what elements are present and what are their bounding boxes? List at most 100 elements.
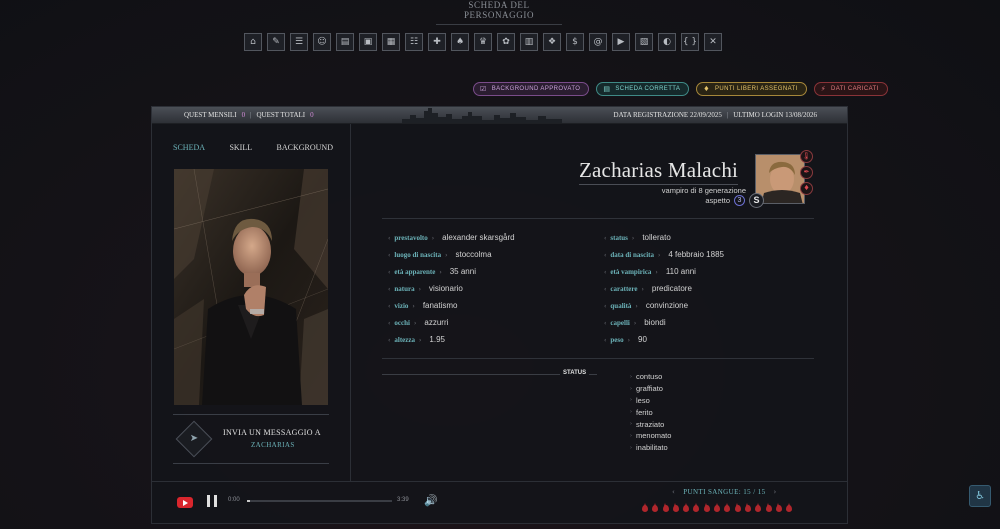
toolbar-icon-20[interactable]: ✕ bbox=[704, 33, 722, 51]
blood-drops bbox=[642, 503, 793, 512]
toolbar-icon-16[interactable]: ▶ bbox=[612, 33, 630, 51]
chevron-right-icon: › bbox=[445, 252, 448, 259]
attribute-left: ‹ età apparente › 35 anni bbox=[384, 267, 476, 276]
send-message-button[interactable]: ➤ INVIA UN MESSAGGIO A ZACHARIAS bbox=[173, 414, 329, 464]
toolbar-icon-4[interactable]: ▤ bbox=[336, 33, 354, 51]
blood-points: ‹ PUNTI SANGUE: 15 / 15 › bbox=[672, 488, 777, 496]
quest-totali-value: 0 bbox=[310, 111, 314, 119]
blood-drop-icon bbox=[714, 503, 721, 512]
toolbar-icon-13[interactable]: ❖ bbox=[543, 33, 561, 51]
attribute-row: ‹ occhi › azzurri ‹ capelli › biondi bbox=[384, 318, 816, 335]
chevron-right-icon: › bbox=[413, 320, 417, 327]
blood-drop-icon bbox=[683, 503, 690, 512]
chevron-right-icon: › bbox=[633, 320, 637, 327]
badge-icon: ⚡ bbox=[820, 85, 827, 93]
toolbar-icon-17[interactable]: ▧ bbox=[635, 33, 653, 51]
volume-icon[interactable]: 🔊 bbox=[424, 494, 438, 507]
attribute-left: ‹ luogo di nascita › stoccolma bbox=[384, 250, 492, 259]
vitals-icons: 🌡 ✒ ♦ bbox=[800, 150, 813, 195]
attribute-label: natura bbox=[394, 285, 415, 293]
registration-date: DATA REGISTRAZIONE 22/09/2025 bbox=[613, 111, 722, 119]
chevron-right-icon: › bbox=[419, 337, 422, 344]
character-name: Zacharias Malachi bbox=[579, 158, 739, 185]
status-label: leso bbox=[636, 395, 650, 405]
character-sheet: QUEST MENSILI 0 | QUEST TOTALI 0 DATA RE… bbox=[151, 106, 848, 524]
chevron-right-icon: › bbox=[773, 488, 777, 496]
toolbar: ⌂ ✎ ☰ ☺ ▤ ▣ ▦ ☷ ✚ ♠ ♛ ✿ ▥ ❖ $ @ ▶ ▧ ◐ { } ✕ bbox=[244, 33, 722, 51]
footer: 0:00 3:39 🔊 ‹ PUNTI SANGUE: 15 / 15 › bbox=[152, 481, 847, 524]
progress-bar[interactable] bbox=[247, 500, 392, 502]
status-item: › contuso bbox=[630, 371, 671, 383]
toolbar-icon-0[interactable]: ⌂ bbox=[244, 33, 262, 51]
toolbar-icon-12[interactable]: ▥ bbox=[520, 33, 538, 51]
badge-icon: ☑ bbox=[480, 85, 487, 93]
blood-drop-icon bbox=[775, 503, 782, 512]
thermometer-icon[interactable]: 🌡 bbox=[800, 150, 813, 163]
attribute-value: 4 febbraio 1885 bbox=[668, 250, 724, 259]
tab-skill[interactable]: SKILL bbox=[229, 143, 252, 152]
chevron-left-icon: ‹ bbox=[388, 286, 391, 293]
attribute-label: vizio bbox=[394, 302, 409, 310]
tab-scheda[interactable]: SCHEDA bbox=[173, 143, 205, 152]
separator: | bbox=[726, 111, 729, 119]
chevron-left-icon: ‹ bbox=[388, 235, 391, 242]
blood-drop-icon[interactable]: ♦ bbox=[800, 182, 813, 195]
tab-background[interactable]: BACKGROUND bbox=[277, 143, 333, 152]
toolbar-icon-14[interactable]: $ bbox=[566, 33, 584, 51]
toolbar-icon-1[interactable]: ✎ bbox=[267, 33, 285, 51]
separator: | bbox=[250, 111, 252, 119]
attribute-label: luogo di nascita bbox=[394, 251, 442, 259]
toolbar-icon-8[interactable]: ✚ bbox=[428, 33, 446, 51]
chevron-right-icon: › bbox=[627, 337, 631, 344]
badge-icon: ▤ bbox=[603, 85, 611, 93]
tab-bar: SCHEDA SKILL BACKGROUND bbox=[173, 143, 333, 152]
toolbar-icon-15[interactable]: @ bbox=[589, 33, 607, 51]
toolbar-icon-11[interactable]: ✿ bbox=[497, 33, 515, 51]
chevron-left-icon: ‹ bbox=[672, 488, 676, 496]
chevron-right-icon: › bbox=[631, 235, 635, 242]
chevron-left-icon: ‹ bbox=[388, 337, 391, 344]
attribute-label: status bbox=[610, 234, 628, 242]
attribute-label: età vampirica bbox=[610, 268, 652, 276]
attribute-row: ‹ natura › visionario ‹ carattere › predicatore bbox=[384, 284, 816, 301]
toolbar-icon-6[interactable]: ▦ bbox=[382, 33, 400, 51]
attribute-left: ‹ altezza › 1.95 bbox=[384, 335, 445, 344]
toolbar-icon-18[interactable]: ◐ bbox=[658, 33, 676, 51]
status-item: › inabilitato bbox=[630, 442, 671, 454]
attribute-right: ‹ carattere › predicatore bbox=[600, 284, 692, 293]
status-item: › menomato bbox=[630, 430, 671, 442]
attribute-left: ‹ vizio › fanatismo bbox=[384, 301, 458, 310]
pause-button[interactable] bbox=[207, 495, 217, 507]
chevron-left-icon: ‹ bbox=[388, 269, 391, 276]
blood-drop-icon bbox=[786, 503, 793, 512]
fang-icon[interactable]: ✒ bbox=[800, 166, 813, 179]
toolbar-icon-19[interactable]: { } bbox=[681, 33, 699, 51]
chevron-right-icon: › bbox=[630, 432, 632, 439]
toolbar-icon-3[interactable]: ☺ bbox=[313, 33, 331, 51]
blood-drop-icon bbox=[744, 503, 751, 512]
toolbar-icon-9[interactable]: ♠ bbox=[451, 33, 469, 51]
attribute-value: visionario bbox=[429, 284, 463, 293]
badge-label: punti liberi assegnati bbox=[714, 86, 798, 92]
chevron-right-icon: › bbox=[630, 421, 632, 428]
chevron-right-icon: › bbox=[431, 235, 435, 242]
toolbar-icon-10[interactable]: ♛ bbox=[474, 33, 492, 51]
badge-dati-caricati: ⚡ dati caricati bbox=[813, 82, 888, 96]
attribute-value: azzurri bbox=[424, 318, 449, 327]
blood-drop-icon bbox=[755, 503, 762, 512]
attribute-value: biondi bbox=[644, 318, 666, 327]
attribute-row: ‹ prestavolto › alexander skarsgård ‹ status ›… bbox=[384, 233, 816, 250]
toolbar-icon-5[interactable]: ▣ bbox=[359, 33, 377, 51]
chevron-left-icon: ‹ bbox=[604, 337, 607, 344]
accessibility-icon[interactable]: ♿ bbox=[969, 485, 991, 507]
recipient-name: ZACHARIAS bbox=[251, 441, 295, 449]
toolbar-icon-7[interactable]: ☷ bbox=[405, 33, 423, 51]
badge-punti-liberi-assegnati: ♦ punti liberi assegnati bbox=[696, 82, 807, 96]
divider bbox=[382, 358, 814, 359]
send-message-label: INVIA UN MESSAGGIO A bbox=[223, 428, 321, 437]
attribute-label: peso bbox=[610, 336, 624, 344]
youtube-icon[interactable] bbox=[177, 497, 193, 508]
attribute-right: ‹ età vampirica › 110 anni bbox=[600, 267, 696, 276]
chevron-right-icon: › bbox=[630, 444, 632, 451]
toolbar-icon-2[interactable]: ☰ bbox=[290, 33, 308, 51]
